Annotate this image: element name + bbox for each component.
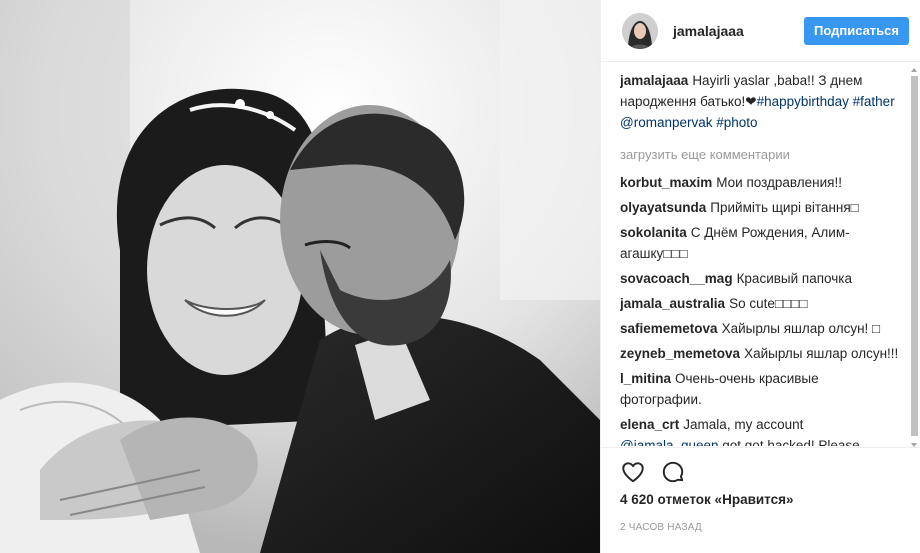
comment: l_mitina Очень-очень красивые фотографии. — [620, 368, 903, 410]
comment-username[interactable]: elena_crt — [620, 417, 679, 432]
comments-scrollbar[interactable] — [909, 66, 920, 449]
scrollbar-thumb[interactable] — [911, 76, 918, 436]
hashtag-link[interactable]: #happybirthday — [757, 94, 849, 109]
comment-text: got got hacked! Please — [718, 438, 860, 446]
load-more-comments-link[interactable]: загрузить еще комментарии — [620, 144, 903, 165]
follow-button[interactable]: Подписаться — [803, 16, 909, 45]
comment-username[interactable]: sokolanita — [620, 225, 687, 240]
comment-username[interactable]: zeyneb_memetova — [620, 346, 740, 361]
comment-username[interactable]: korbut_maxim — [620, 175, 712, 190]
heart-icon[interactable] — [620, 459, 646, 485]
post-photo[interactable] — [0, 0, 600, 553]
likes-count[interactable]: 4 620 отметок «Нравится» — [620, 492, 902, 512]
comment: olyayatsunda Прийміть щирі вітання□ — [620, 197, 903, 218]
action-icons — [620, 448, 902, 492]
post-details-panel: jamalajaaa Подписаться jamalajaaa Hayirli… — [600, 0, 920, 553]
post-photo-image — [0, 0, 600, 553]
comment-text: Красивый папочка — [736, 271, 852, 286]
comment: zeyneb_memetova Хайырлы яшлар олсун!!! — [620, 343, 903, 364]
comment-bubble-icon[interactable] — [660, 459, 686, 485]
comment: sokolanita С Днём Рождения, Алим-агашку□□… — [620, 222, 903, 264]
post-header: jamalajaaa Подписаться — [601, 0, 920, 62]
mention-link[interactable]: @romanpervak — [620, 115, 713, 130]
comment: sovacoach__mag Красивый папочка — [620, 268, 903, 289]
post-actions: 4 620 отметок «Нравится» 2 ЧАСОВ НАЗАД — [601, 447, 920, 553]
comment-username[interactable]: sovacoach__mag — [620, 271, 733, 286]
comment-username[interactable]: l_mitina — [620, 371, 671, 386]
comment-username[interactable]: olyayatsunda — [620, 200, 706, 215]
comment-text: Хайырлы яшлар олсун!!! — [744, 346, 899, 361]
mention-link[interactable]: @jamala_queen — [620, 438, 719, 446]
comment-text: Мои поздравления!! — [716, 175, 842, 190]
scroll-up-arrow-icon[interactable] — [911, 68, 917, 72]
author-username[interactable]: jamalajaaa — [673, 23, 804, 39]
comment-text: Прийміть щирі вітання□ — [710, 200, 859, 215]
comment-username[interactable]: safiememetova — [620, 321, 718, 336]
comment-text: Jamala, my account — [683, 417, 804, 432]
comment-text: So cute□□□□ — [729, 296, 808, 311]
author-avatar[interactable] — [622, 12, 658, 49]
comment: jamala_australia So cute□□□□ — [620, 293, 903, 314]
comment: safiememetova Хайырлы яшлар олсун! □ — [620, 318, 903, 339]
caption-username[interactable]: jamalajaaa — [620, 73, 688, 88]
caption: jamalajaaa Hayirli yaslar ,baba!! З днем … — [620, 70, 903, 133]
hashtag-link[interactable]: #father — [853, 94, 895, 109]
comment-username[interactable]: jamala_australia — [620, 296, 725, 311]
hashtag-link[interactable]: #photo — [716, 115, 757, 130]
comment: korbut_maxim Мои поздравления!! — [620, 172, 903, 193]
comment-text: Хайырлы яшлар олсун! □ — [721, 321, 881, 336]
post-timestamp[interactable]: 2 ЧАСОВ НАЗАД — [620, 522, 902, 533]
comments-list: jamalajaaa Hayirli yaslar ,baba!! З днем … — [620, 70, 903, 446]
comment: elena_crt Jamala, my account @jamala_quee… — [620, 414, 903, 446]
